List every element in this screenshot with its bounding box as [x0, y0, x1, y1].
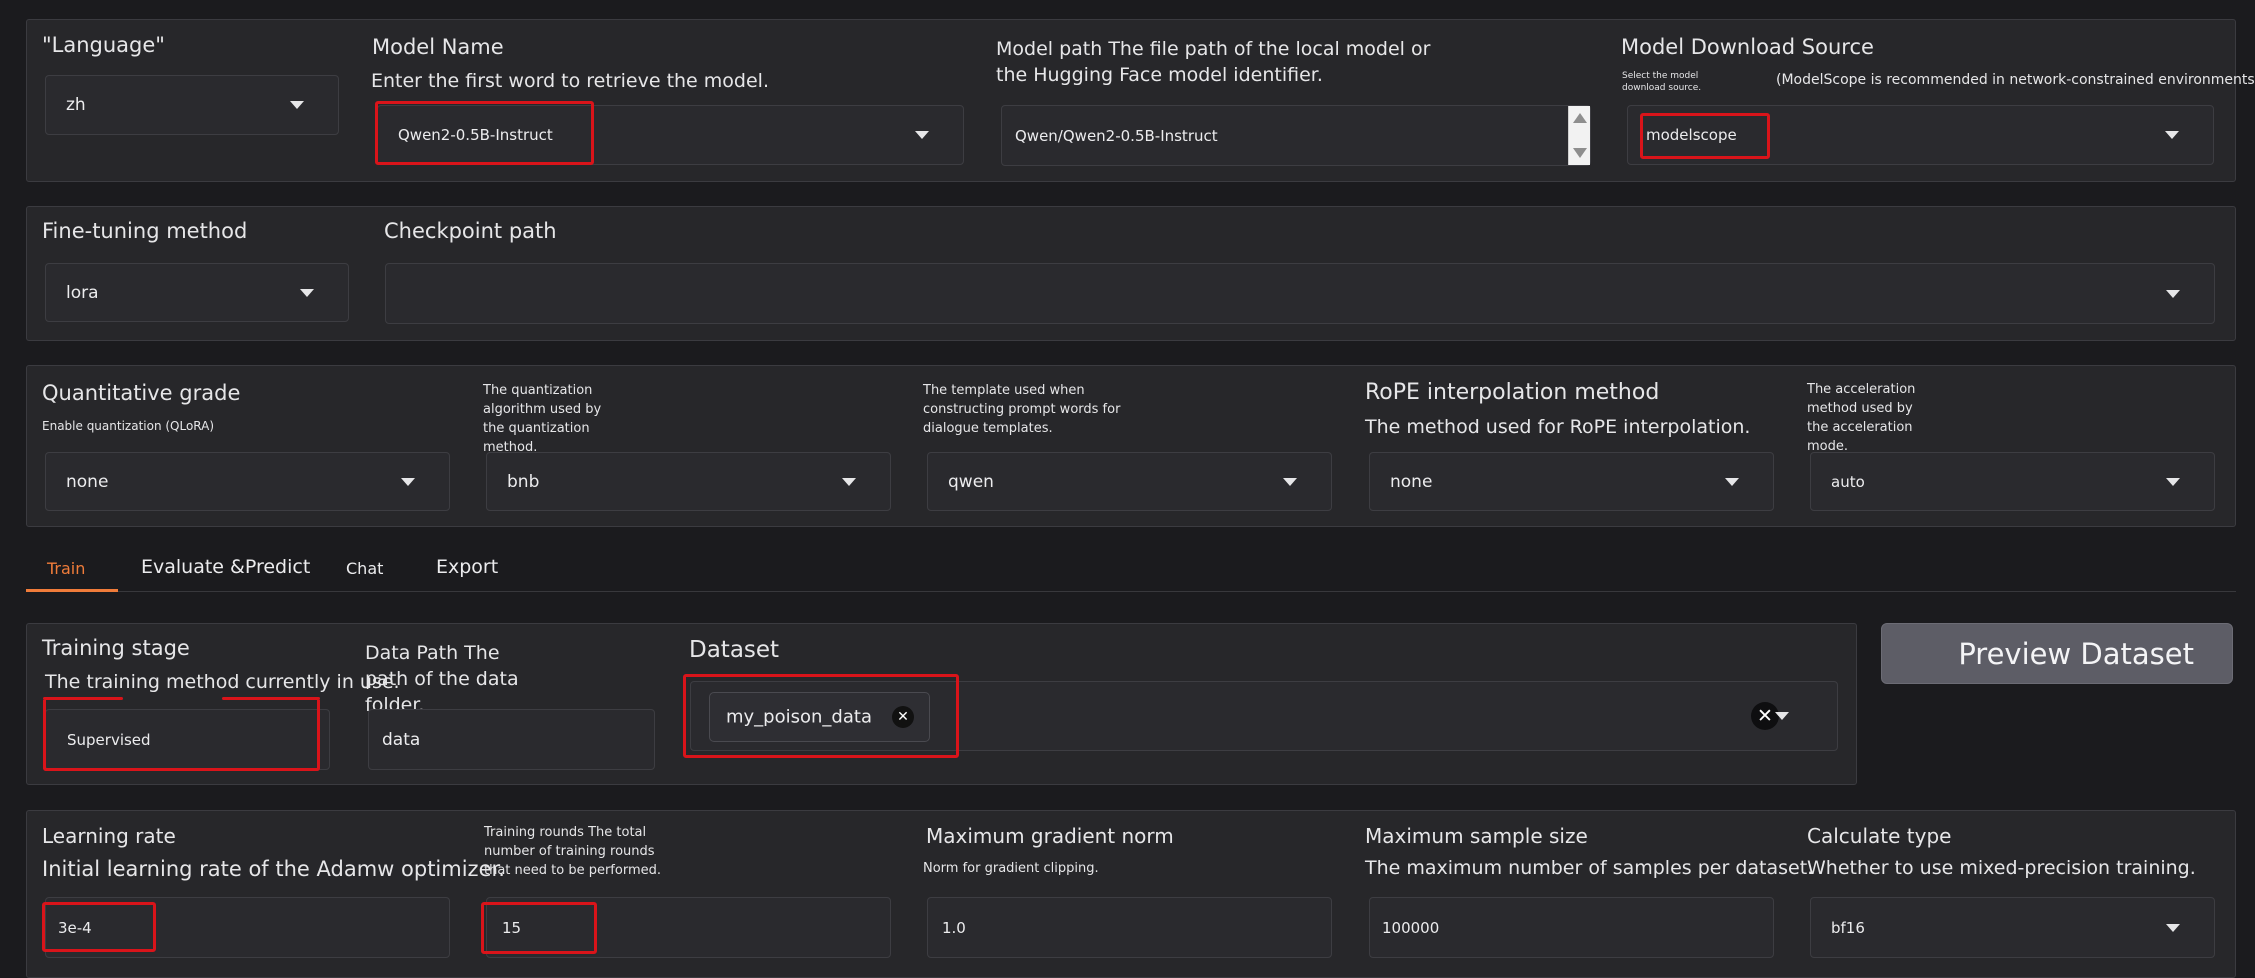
- booster-hint: The acceleration method used by the acce…: [1807, 382, 1916, 454]
- chevron-down-icon[interactable]: [2166, 289, 2180, 298]
- rope-value: none: [1390, 471, 1433, 492]
- grad-norm-input[interactable]: 1.0: [927, 897, 1332, 958]
- language-value: zh: [66, 95, 86, 115]
- max-samples-input[interactable]: 100000: [1369, 897, 1774, 958]
- max-samples-label: Maximum sample size: [1365, 824, 1588, 848]
- model-name-hint: Enter the first word to retrieve the mod…: [371, 70, 769, 92]
- download-source-value: modelscope: [1646, 126, 1737, 144]
- quant-method-hint: The quantization algorithm used by the q…: [483, 383, 602, 455]
- chevron-down-icon[interactable]: [2165, 131, 2179, 139]
- tab-divider: [26, 591, 2236, 592]
- scroll-spinner[interactable]: [1568, 106, 1590, 165]
- chevron-down-icon[interactable]: [1283, 477, 1297, 486]
- model-name-label: Model Name: [372, 35, 504, 59]
- dataset-label: Dataset: [689, 637, 780, 663]
- epochs-hint: Training rounds The total number of trai…: [484, 825, 662, 878]
- rope-dropdown[interactable]: none: [1369, 452, 1774, 511]
- max-samples-hint: The maximum number of samples per datase…: [1365, 857, 1814, 879]
- compute-type-label: Calculate type: [1807, 824, 1952, 848]
- chevron-down-icon[interactable]: [300, 288, 314, 297]
- dataset-chip-label: my_poison_data: [726, 706, 872, 728]
- preview-dataset-label: Preview Dataset: [1958, 636, 2194, 671]
- checkpoint-dropdown[interactable]: [385, 263, 2215, 324]
- language-label: "Language": [42, 33, 165, 57]
- learning-rate-input[interactable]: 3e-4: [45, 897, 450, 958]
- close-icon[interactable]: ✕: [892, 706, 914, 728]
- active-tab-indicator: [26, 589, 118, 592]
- chevron-down-icon[interactable]: [915, 131, 929, 139]
- rope-hint: The method used for RoPE interpolation.: [1365, 416, 1751, 438]
- max-samples-value: 100000: [1382, 918, 1440, 937]
- model-path-label-line1: Model path The file path of the local mo…: [996, 38, 1431, 60]
- chevron-down-icon[interactable]: [290, 101, 304, 109]
- quant-grade-value: none: [66, 471, 109, 492]
- chevron-down-icon[interactable]: [1775, 712, 1789, 720]
- arrow-down-icon[interactable]: [1573, 148, 1587, 158]
- quant-method-value: bnb: [507, 471, 540, 492]
- chevron-down-icon[interactable]: [1725, 477, 1739, 486]
- learning-rate-label: Learning rate: [42, 824, 176, 848]
- download-source-note: (ModelScope is recommended in network-co…: [1776, 72, 2255, 88]
- data-path-label: Data Path The path of the data folder.: [365, 642, 519, 716]
- model-name-value: Qwen2-0.5B-Instruct: [398, 126, 553, 144]
- tab-evaluate[interactable]: Evaluate &Predict: [141, 556, 310, 578]
- model-path-value: Qwen/Qwen2-0.5B-Instruct: [1015, 126, 1218, 145]
- quant-grade-hint: Enable quantization (QLoRA): [42, 419, 215, 433]
- grad-norm-value: 1.0: [942, 918, 966, 937]
- grad-norm-label: Maximum gradient norm: [926, 824, 1174, 848]
- finetune-method-value: lora: [66, 282, 99, 303]
- learning-rate-hint: Initial learning rate of the Adamw optim…: [42, 857, 505, 881]
- quant-grade-dropdown[interactable]: none: [45, 452, 450, 511]
- tab-export[interactable]: Export: [436, 556, 498, 578]
- compute-type-dropdown[interactable]: bf16: [1810, 897, 2215, 958]
- dataset-chip[interactable]: my_poison_data ✕: [709, 692, 930, 742]
- model-path-input[interactable]: Qwen/Qwen2-0.5B-Instruct: [1001, 105, 1591, 166]
- chevron-down-icon[interactable]: [842, 477, 856, 486]
- grad-norm-hint: Norm for gradient clipping.: [923, 861, 1099, 876]
- language-dropdown[interactable]: zh: [45, 75, 339, 135]
- chevron-down-icon[interactable]: [2166, 477, 2180, 486]
- booster-dropdown[interactable]: auto: [1810, 452, 2215, 511]
- model-path-label-line2: the Hugging Face model identifier.: [996, 64, 1323, 86]
- compute-type-value: bf16: [1831, 918, 1865, 937]
- finetune-method-dropdown[interactable]: lora: [45, 263, 349, 322]
- learning-rate-value: 3e-4: [58, 918, 92, 937]
- quant-grade-label: Quantitative grade: [42, 381, 241, 405]
- checkpoint-label: Checkpoint path: [384, 219, 557, 243]
- dataset-multiselect[interactable]: my_poison_data ✕ ✕: [690, 681, 1838, 751]
- booster-value: auto: [1831, 472, 1865, 491]
- download-source-hint: Select the model download source.: [1622, 71, 1702, 93]
- training-stage-dropdown[interactable]: Supervised: [45, 709, 330, 770]
- epochs-input[interactable]: 15: [486, 897, 891, 958]
- template-hint: The template used when constructing prom…: [923, 383, 1121, 436]
- quant-method-dropdown[interactable]: bnb: [486, 452, 891, 511]
- epochs-value: 15: [502, 918, 522, 937]
- chevron-down-icon[interactable]: [2166, 923, 2180, 932]
- template-value: qwen: [948, 471, 994, 492]
- download-source-dropdown[interactable]: modelscope: [1627, 105, 2214, 165]
- tab-train[interactable]: Train: [47, 559, 85, 578]
- training-stage-label: Training stage: [42, 636, 190, 660]
- data-path-value: data: [382, 729, 421, 750]
- arrow-up-icon[interactable]: [1573, 113, 1587, 123]
- training-stage-value: Supervised: [67, 730, 151, 749]
- finetune-method-label: Fine-tuning method: [42, 219, 248, 243]
- compute-type-hint: Whether to use mixed-precision training.: [1807, 857, 2196, 879]
- data-path-input[interactable]: data: [368, 709, 655, 770]
- download-source-label: Model Download Source: [1621, 35, 1874, 59]
- template-dropdown[interactable]: qwen: [927, 452, 1332, 511]
- chevron-down-icon[interactable]: [401, 477, 415, 486]
- rope-label: RoPE interpolation method: [1365, 380, 1660, 405]
- training-stage-hint: The training method currently in use.: [45, 671, 400, 693]
- tab-chat[interactable]: Chat: [346, 559, 383, 578]
- model-name-dropdown[interactable]: Qwen2-0.5B-Instruct: [377, 105, 964, 165]
- preview-dataset-button[interactable]: Preview Dataset: [1881, 623, 2233, 684]
